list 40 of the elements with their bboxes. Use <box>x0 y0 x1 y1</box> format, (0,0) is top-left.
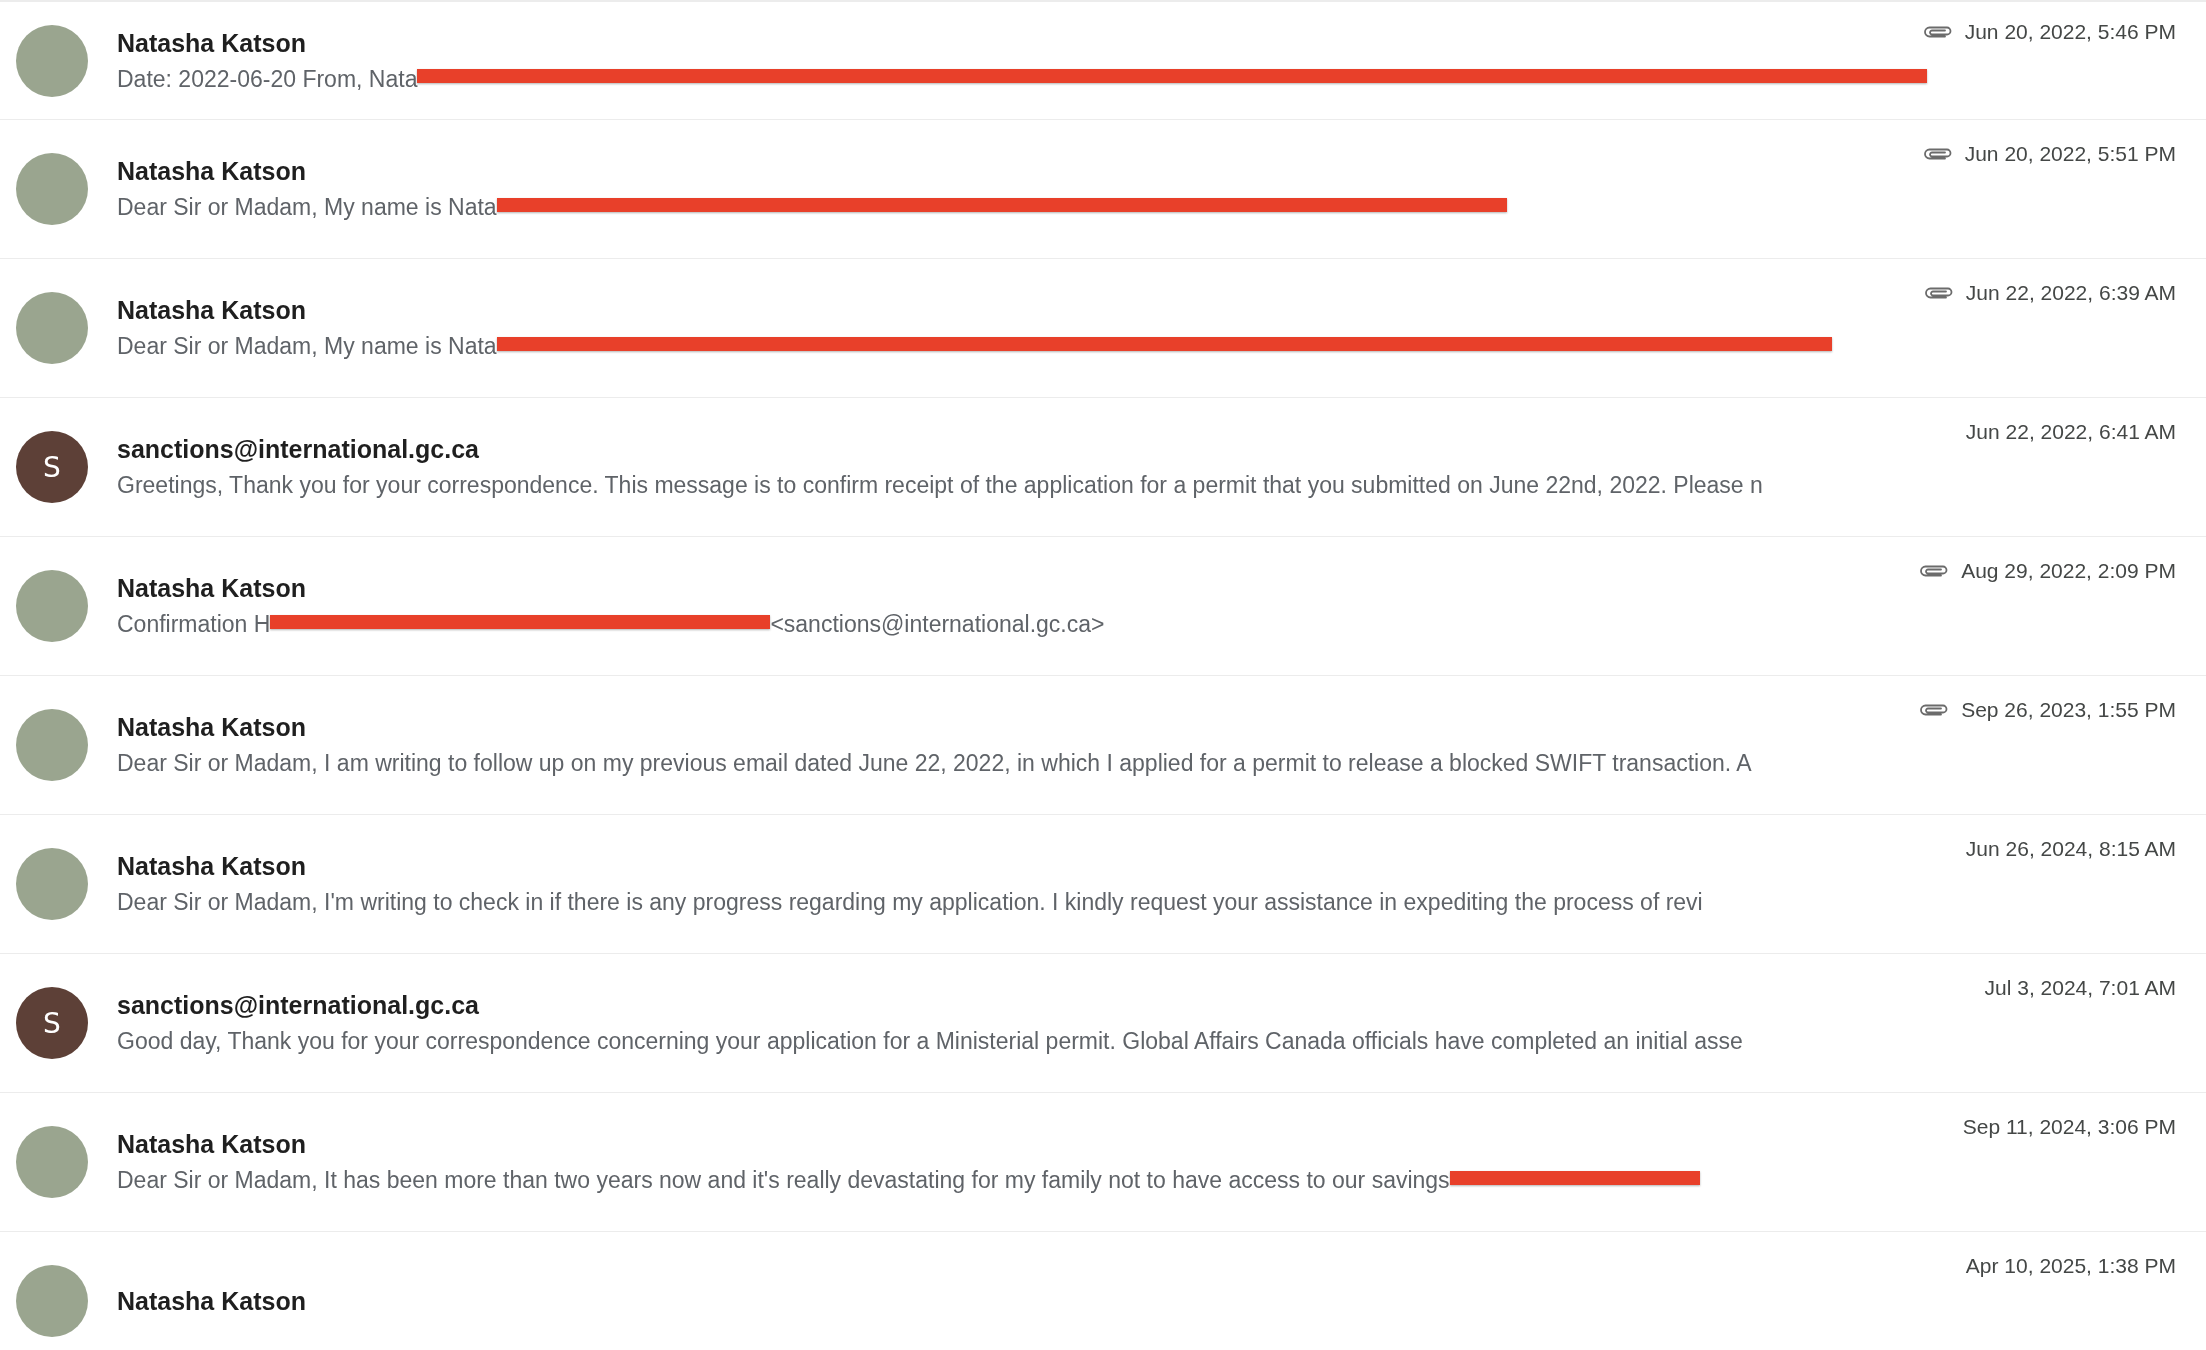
sender-name: Natasha Katson <box>117 574 306 603</box>
message-row[interactable]: Natasha Katson Confirmation H <sanctions@international.gc.ca> Aug 29, 2022, 2:09 PM <box>0 537 2206 676</box>
message-row[interactable]: Natasha Katson Dear Sir or Madam, My name is Nata Jun 20, 2022, 5:51 PM <box>0 120 2206 259</box>
message-date: Sep 11, 2024, 3:06 PM <box>1962 1115 2176 1139</box>
message-snippet: Confirmation H <box>117 611 271 638</box>
message-snippet: Date: 2022-06-20 From, Nata <box>117 65 418 93</box>
message-snippet: Greetings, Thank you for your correspondence. This message is to confirm receipt of the application for a permit that you submitted on June 22nd, 2022. Please n <box>117 472 1763 499</box>
sender-name: Natasha Katson <box>117 1130 306 1159</box>
message-snippet: Dear Sir or Madam, My name is Nata <box>117 194 497 221</box>
message-date: Jun 22, 2022, 6:39 AM <box>1965 281 2176 305</box>
message-snippet: Dear Sir or Madam, My name is Nata <box>117 333 497 360</box>
sender-name: Natasha Katson <box>117 28 306 58</box>
message-date: Jun 20, 2022, 5:51 PM <box>1964 142 2176 166</box>
message-snippet: Good day, Thank you for your correspondence concerning your application for a Ministerial permit. Global Affairs Canada officials have completed an initial asse <box>117 1028 1743 1055</box>
avatar-letter: S <box>16 987 88 1059</box>
message-row[interactable]: Natasha Katson Date: 2022-06-20 From, Nata Jun 20, 2022, 5:46 PM <box>0 2 2206 120</box>
sender-name: Natasha Katson <box>117 713 306 742</box>
message-date: Jun 20, 2022, 5:46 PM <box>1964 20 2176 44</box>
message-snippet: <sanctions@international.gc.ca> <box>770 611 1105 638</box>
message-date: Sep 26, 2023, 1:55 PM <box>1961 698 2176 722</box>
message-date: Jun 22, 2022, 6:41 AM <box>1965 420 2176 444</box>
avatar-letter: S <box>16 431 88 503</box>
message-row[interactable]: Natasha Katson Dear Sir or Madam, It has been more than two years now and it's really devastating for my family not to have access to our savings Sep 11, 2024, 3:06 PM <box>0 1093 2206 1232</box>
message-row[interactable]: Natasha Katson Apr 10, 2025, 1:38 PM <box>0 1232 2206 1350</box>
message-row[interactable]: Natasha Katson Dear Sir or Madam, I'm writing to check in if there is any progress regarding my application. I kindly request your assistance in expediting the process of revi Jun 26, 2024, 8:15 AM <box>0 815 2206 954</box>
sender-name: Natasha Katson <box>117 1286 306 1316</box>
message-date: Aug 29, 2022, 2:09 PM <box>1961 559 2176 583</box>
message-row[interactable]: Natasha Katson Dear Sir or Madam, My name is Nata Jun 22, 2022, 6:39 AM <box>0 259 2206 398</box>
message-snippet: Dear Sir or Madam, I am writing to follow up on my previous email dated June 22, 2022, in which I applied for a permit to release a blocked SWIFT transaction. A <box>117 750 1752 777</box>
sender-name: Natasha Katson <box>117 157 306 186</box>
message-snippet: Dear Sir or Madam, I'm writing to check in if there is any progress regarding my application. I kindly request your assistance in expediting the process of revi <box>117 889 1703 916</box>
sender-name: Natasha Katson <box>117 852 306 881</box>
message-row[interactable]: Natasha Katson Dear Sir or Madam, I am writing to follow up on my previous email dated June 22, 2022, in which I applied for a permit to release a blocked SWIFT transaction. A Sep 26, 2023, 1:55 PM <box>0 676 2206 815</box>
message-date: Jul 3, 2024, 7:01 AM <box>1984 976 2176 1000</box>
sender-name: sanctions@international.gc.ca <box>117 435 479 464</box>
sender-name: Natasha Katson <box>117 296 306 325</box>
message-date: Jun 26, 2024, 8:15 AM <box>1965 837 2176 861</box>
sender-name: sanctions@international.gc.ca <box>117 991 479 1020</box>
message-date: Apr 10, 2025, 1:38 PM <box>1965 1254 2176 1278</box>
message-snippet: Dear Sir or Madam, It has been more than two years now and it's really devastating for my family not to have access to our savings <box>117 1167 1450 1194</box>
